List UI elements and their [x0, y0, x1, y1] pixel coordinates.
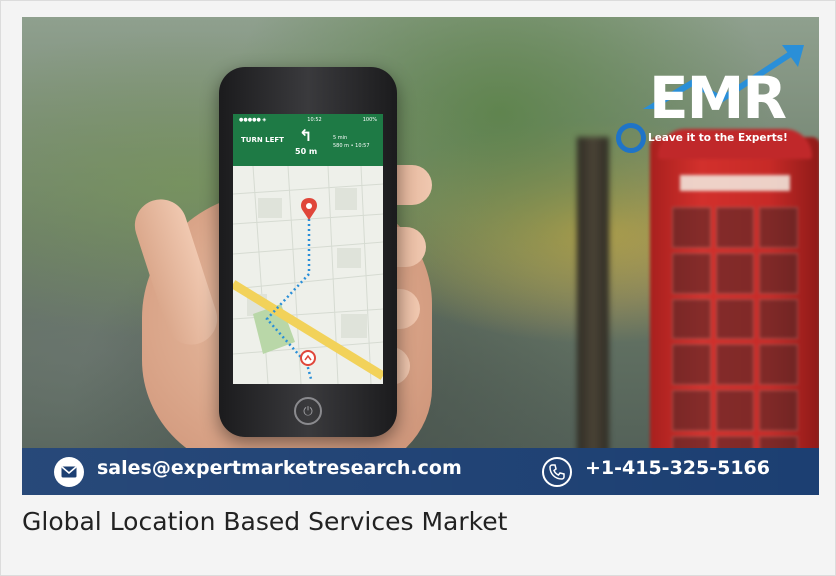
smartphone: ●●●●● ◈ 10:52 100% TURN LEFT ↰ 50 m 5 mi…: [219, 67, 397, 437]
trip-eta: 5 min 580 m • 10:57: [333, 135, 370, 149]
status-time: 10:52: [307, 117, 322, 123]
contact-phone[interactable]: +1-415-325-5166: [585, 457, 770, 479]
contact-email[interactable]: sales@expertmarketresearch.com: [97, 457, 462, 479]
background-tree: [577, 137, 609, 467]
power-icon: ⏻: [294, 397, 322, 425]
article-card[interactable]: ●●●●● ◈ 10:52 100% TURN LEFT ↰ 50 m 5 mi…: [0, 0, 836, 576]
navigation-screen: ●●●●● ◈ 10:52 100% TURN LEFT ↰ 50 m 5 mi…: [233, 114, 383, 384]
hero-image: ●●●●● ◈ 10:52 100% TURN LEFT ↰ 50 m 5 mi…: [22, 17, 819, 495]
article-title[interactable]: Global Location Based Services Market: [22, 507, 812, 536]
status-battery: 100%: [362, 117, 377, 123]
turn-instruction: TURN LEFT: [241, 136, 284, 144]
logo-wordmark: EMR: [649, 64, 787, 132]
phone-icon: [542, 457, 572, 487]
red-telephone-box: [650, 129, 819, 495]
emr-logo: EMR Leave it to the Experts!: [616, 39, 807, 153]
turn-distance: 50 m: [295, 147, 318, 156]
location-marker-icon: [300, 350, 316, 366]
email-icon: [54, 457, 84, 487]
contact-bar: sales@expertmarketresearch.com +1-415-32…: [22, 448, 819, 495]
logo-ring: [616, 123, 646, 153]
logo-tagline: Leave it to the Experts!: [648, 132, 788, 144]
turn-left-icon: ↰: [299, 126, 313, 145]
navigation-bar: ●●●●● ◈ 10:52 100% TURN LEFT ↰ 50 m 5 mi…: [233, 114, 383, 166]
